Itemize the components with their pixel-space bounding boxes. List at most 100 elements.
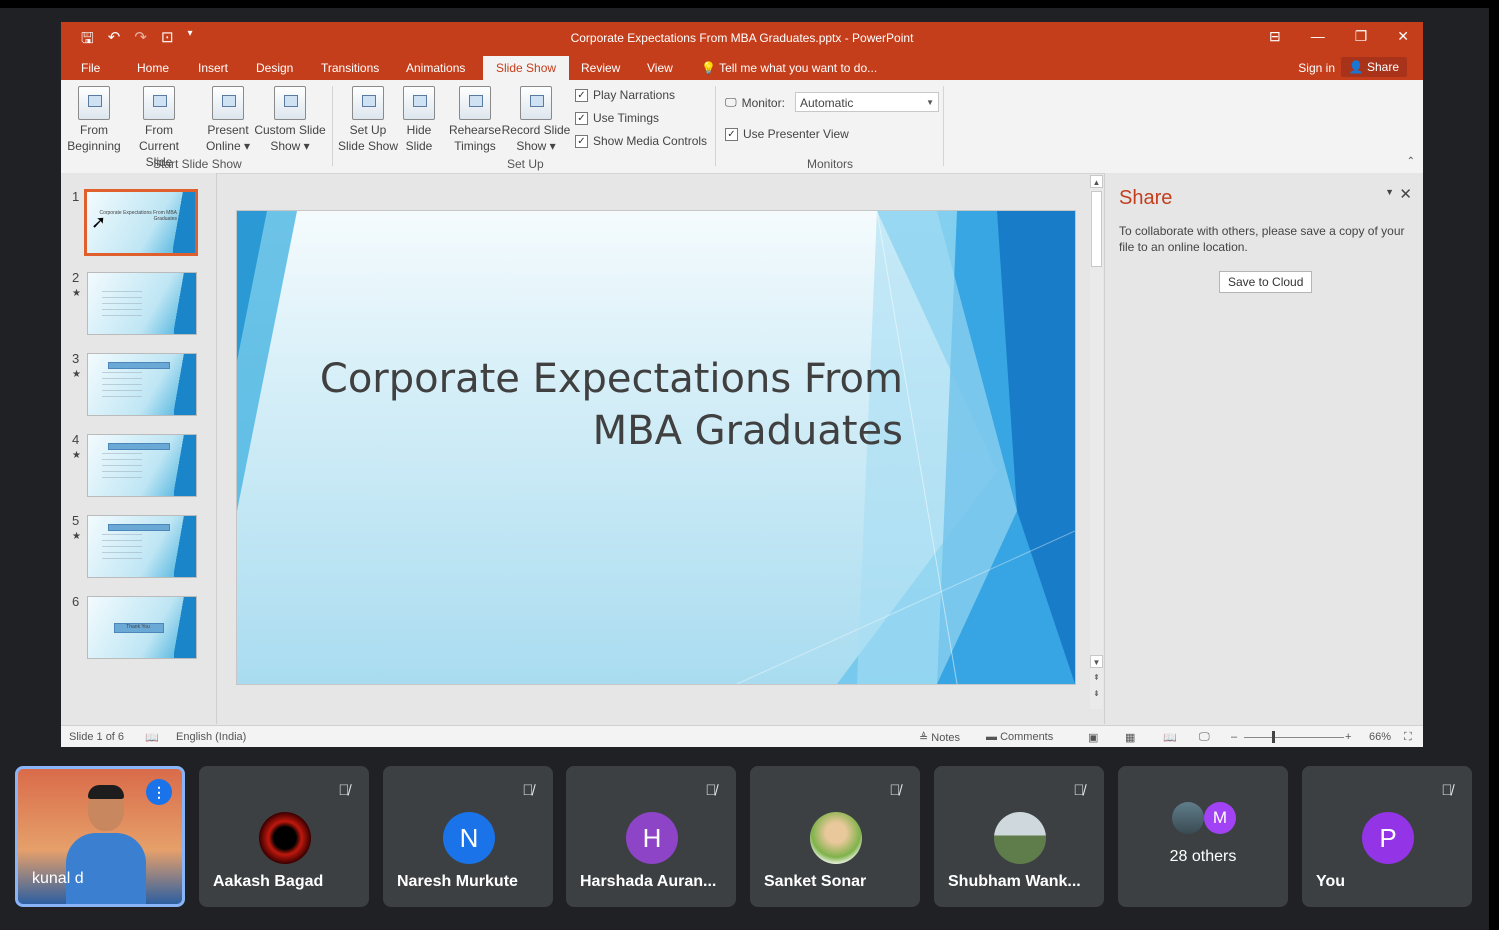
participant-tile[interactable]: 🎙̸ Shubham Wank...	[934, 766, 1104, 907]
pane-options-icon[interactable]: ▼	[1385, 187, 1394, 197]
tab-animations[interactable]: Animations	[406, 61, 465, 75]
thumb-title-bar	[108, 443, 170, 450]
monitor-select[interactable]: Automatic ▼	[795, 92, 939, 112]
slide-canvas[interactable]: Corporate Expectations From MBA Graduate…	[236, 210, 1076, 685]
normal-view-icon[interactable]: ▣	[1088, 731, 1098, 744]
tab-home[interactable]: Home	[137, 61, 169, 75]
slide-thumbnail[interactable]	[87, 272, 197, 335]
fit-to-window-icon[interactable]: ⛶	[1404, 731, 1412, 744]
scroll-thumb[interactable]	[1091, 191, 1102, 267]
next-slide-icon[interactable]: ⇟	[1090, 687, 1103, 700]
save-to-cloud-button[interactable]: Save to Cloud	[1219, 271, 1313, 293]
animation-star-icon: ★	[72, 450, 81, 461]
avatar: N	[443, 812, 495, 864]
record-slide-show-button[interactable]: Record Slide Show ▾	[501, 86, 571, 154]
participant-name: Aakash Bagad	[213, 873, 324, 890]
rehearse-timings-button[interactable]: Rehearse Timings	[449, 86, 501, 154]
label: Timings	[454, 139, 496, 153]
share-button[interactable]: 👤 Share	[1340, 57, 1407, 77]
vertical-scrollbar[interactable]: ▲ ▼ ⇞ ⇟	[1090, 175, 1103, 709]
setup-slide-show-button[interactable]: Set Up Slide Show	[337, 86, 399, 154]
self-tile[interactable]: 🎙̸ P You	[1302, 766, 1472, 907]
sign-in-link[interactable]: Sign in	[1298, 61, 1335, 75]
language-indicator[interactable]: English (India)	[176, 731, 246, 743]
restore-icon[interactable]: ❐	[1355, 28, 1368, 45]
tab-insert[interactable]: Insert	[198, 61, 228, 75]
comments-button[interactable]: ▬ Comments	[986, 731, 1053, 743]
mic-off-icon: 🎙̸	[522, 782, 534, 799]
others-tile[interactable]: M 28 others	[1118, 766, 1288, 907]
presenter-view-checkbox[interactable]: ✓ Use Presenter View	[725, 127, 849, 141]
zoom-in-icon[interactable]: +	[1345, 731, 1351, 743]
mic-off-icon: 🎙̸	[1441, 782, 1453, 799]
close-icon[interactable]: ✕	[1397, 28, 1409, 45]
top-border	[0, 0, 1499, 8]
slide-title-line: Corporate Expectations From	[319, 356, 903, 402]
scroll-up-icon[interactable]: ▲	[1090, 175, 1103, 188]
label: From	[145, 123, 173, 137]
tab-transitions[interactable]: Transitions	[321, 61, 379, 75]
status-bar: Slide 1 of 6 📖 English (India) ≜ Notes ▬…	[61, 725, 1423, 747]
animation-star-icon: ★	[72, 531, 81, 542]
zoom-slider-knob[interactable]	[1272, 731, 1275, 743]
zoom-level[interactable]: 66%	[1369, 731, 1391, 743]
zoom-out-icon[interactable]: –	[1231, 731, 1237, 743]
others-count: 28 others	[1169, 848, 1237, 865]
slideshow-view-icon[interactable]: 🖵	[1199, 731, 1210, 744]
custom-slide-show-button[interactable]: Custom Slide Show ▾	[254, 86, 326, 154]
tab-file[interactable]: File	[81, 61, 100, 75]
powerpoint-window: 🖫 ↶ ↷ ⊡ ▾ Corporate Expectations From MB…	[61, 22, 1423, 747]
tab-design[interactable]: Design	[256, 61, 293, 75]
thumb-decoration	[174, 435, 196, 496]
use-timings-checkbox[interactable]: ✓ Use Timings	[575, 111, 659, 125]
title-bar: 🖫 ↶ ↷ ⊡ ▾ Corporate Expectations From MB…	[61, 22, 1423, 56]
spell-check-icon[interactable]: 📖	[145, 731, 159, 744]
thumb-title: Corporate Expectations From MBA Graduate…	[99, 210, 177, 222]
collapse-ribbon-icon[interactable]: ⌃	[1407, 156, 1415, 167]
window-controls: ⊟ — ❐ ✕	[1269, 28, 1409, 45]
slide-thumbnail[interactable]	[87, 434, 197, 497]
slide-thumbnail[interactable]	[87, 515, 197, 578]
slide-thumbnail[interactable]	[87, 353, 197, 416]
minimize-icon[interactable]: —	[1311, 28, 1325, 45]
mic-off-icon: 🎙̸	[705, 782, 717, 799]
record-icon	[520, 86, 552, 120]
tab-review[interactable]: Review	[581, 61, 620, 75]
from-beginning-button[interactable]: From Beginning	[66, 86, 122, 154]
checkmark-icon: ✓	[575, 111, 588, 125]
scroll-down-icon[interactable]: ▼	[1090, 655, 1103, 668]
hide-slide-icon	[403, 86, 435, 120]
participant-tile[interactable]: 🎙̸ H Harshada Auran...	[566, 766, 736, 907]
participant-name: Naresh Murkute	[397, 873, 518, 890]
thumb-title: Thank You	[126, 624, 150, 630]
slide-thumbnail[interactable]: Thank You	[87, 596, 197, 659]
participant-tile[interactable]: 🎙̸ Aakash Bagad	[199, 766, 369, 907]
thumb-number: 2	[72, 270, 80, 285]
participant-tile[interactable]: ⋮ kunal d	[15, 766, 185, 907]
tab-slide-show[interactable]: Slide Show	[483, 56, 570, 80]
reading-view-icon[interactable]: 📖	[1163, 731, 1177, 744]
label: Rehearse	[449, 123, 502, 137]
participant-tile[interactable]: 🎙̸ N Naresh Murkute	[383, 766, 553, 907]
animation-star-icon: ★	[72, 288, 81, 299]
slide-sorter-icon[interactable]: ▦	[1125, 731, 1135, 744]
play-narrations-checkbox[interactable]: ✓ Play Narrations	[575, 88, 675, 102]
show-media-controls-checkbox[interactable]: ✓ Show Media Controls	[575, 134, 707, 148]
slide-title[interactable]: Corporate Expectations From MBA Graduate…	[237, 353, 903, 457]
present-online-icon	[212, 86, 244, 120]
thumb-lines	[102, 291, 142, 319]
close-icon[interactable]: ✕	[1399, 185, 1412, 203]
previous-slide-icon[interactable]: ⇞	[1090, 671, 1103, 684]
participant-name: kunal d	[32, 870, 84, 887]
present-online-button[interactable]: Present Online ▾	[202, 86, 254, 154]
pane-divider[interactable]	[216, 173, 217, 724]
participant-tile[interactable]: 🎙̸ Sanket Sonar	[750, 766, 920, 907]
slide-thumbnails-pane: 1 Corporate Expectations From MBA Gradua…	[61, 173, 216, 724]
tell-me-search[interactable]: 💡 Tell me what you want to do...	[701, 61, 877, 75]
tab-view[interactable]: View	[647, 61, 673, 75]
notes-button[interactable]: ≜ Notes	[919, 731, 960, 744]
zoom-slider[interactable]	[1244, 737, 1344, 738]
hide-slide-button[interactable]: Hide Slide	[401, 86, 437, 154]
separator	[332, 86, 333, 166]
ribbon-display-icon[interactable]: ⊟	[1269, 28, 1281, 45]
